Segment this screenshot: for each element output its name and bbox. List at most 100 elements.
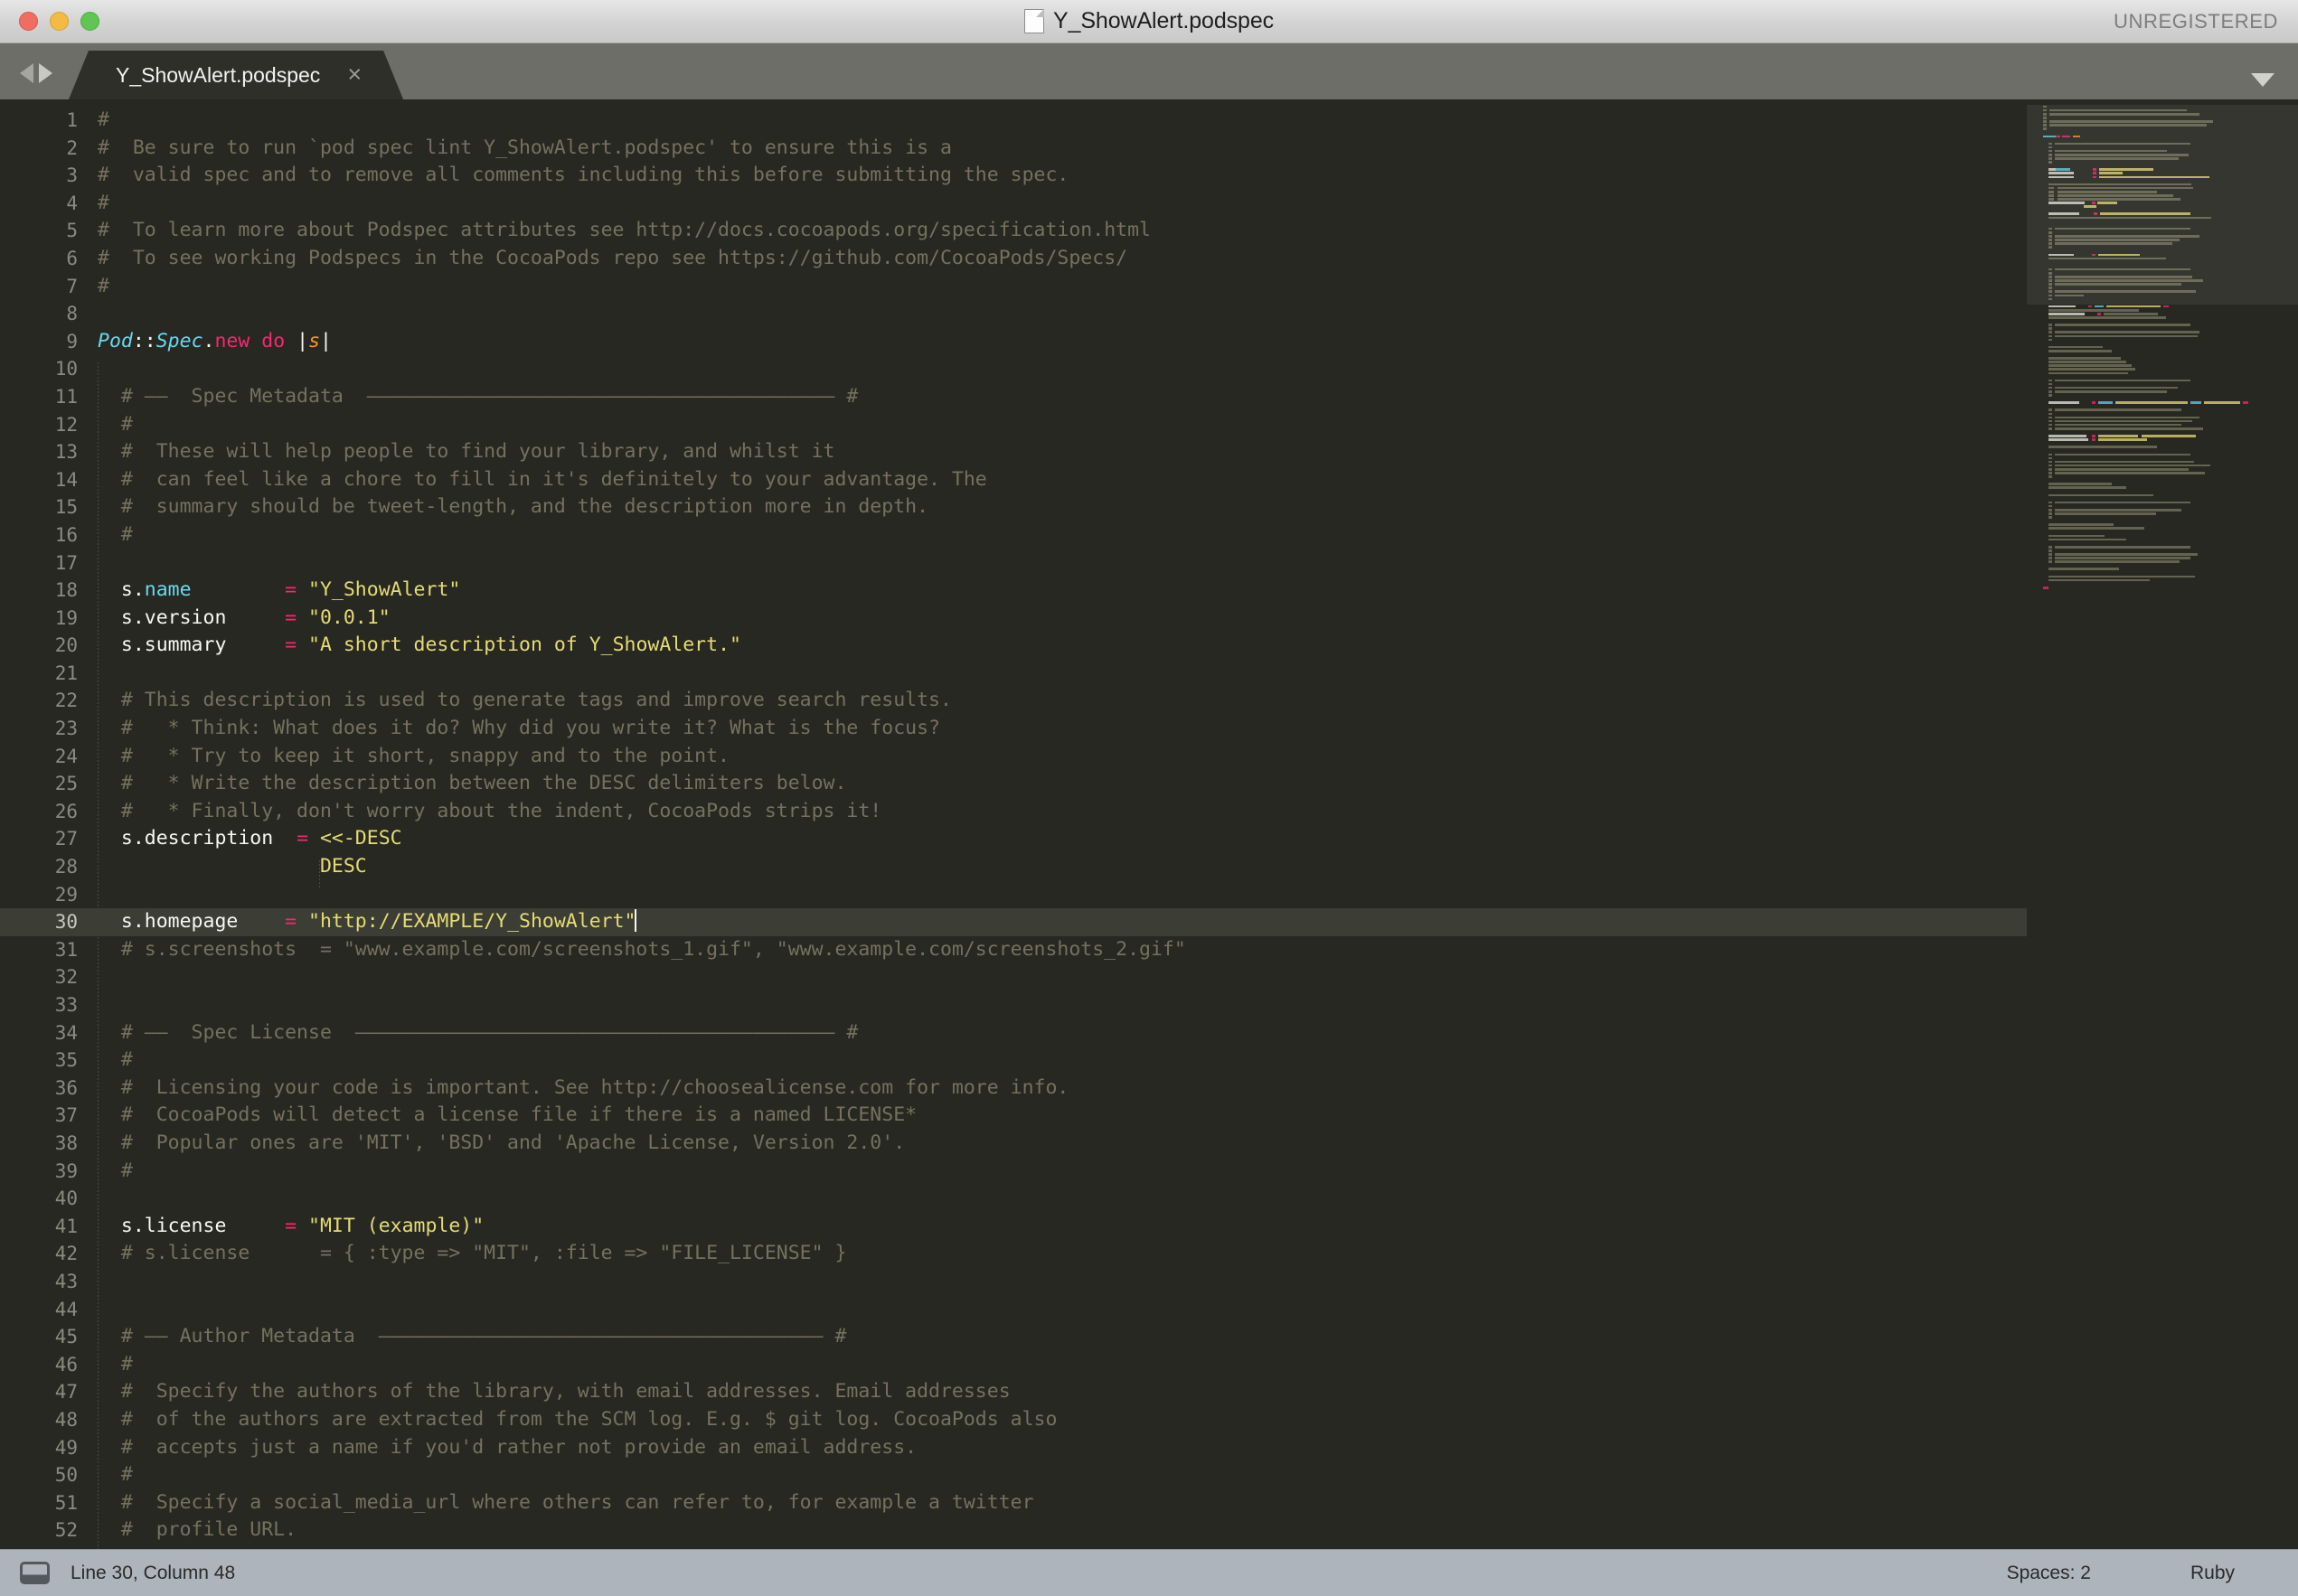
code-token: <<-DESC bbox=[320, 827, 402, 850]
code-line[interactable]: # Be sure to run `pod spec lint Y_ShowAl… bbox=[90, 135, 2298, 163]
code-token: | bbox=[297, 330, 308, 352]
code-line[interactable]: # bbox=[90, 1047, 2298, 1075]
minimap-segment bbox=[2055, 331, 2199, 333]
code-line[interactable]: # profile URL. bbox=[90, 1516, 2298, 1544]
line-number: 22 bbox=[0, 687, 90, 715]
minimap-segment bbox=[2048, 146, 2052, 149]
code-line[interactable]: # bbox=[90, 273, 2298, 301]
code-line[interactable]: # can feel like a chore to fill in it's … bbox=[90, 466, 2298, 494]
code-line[interactable]: # Licensing your code is important. See … bbox=[90, 1075, 2298, 1103]
arrow-right-icon[interactable] bbox=[39, 63, 52, 83]
code-token: "Y_ShowAlert" bbox=[308, 578, 460, 601]
code-line[interactable]: DESC bbox=[90, 853, 2298, 881]
code-line[interactable] bbox=[90, 660, 2298, 688]
code-line[interactable]: # s.screenshots = "www.example.com/scree… bbox=[90, 936, 2298, 964]
code-line[interactable] bbox=[90, 300, 2298, 328]
code-line[interactable]: # * Finally, don't worry about the inden… bbox=[90, 798, 2298, 826]
line-number: 5 bbox=[0, 217, 90, 245]
minimap-segment bbox=[2055, 295, 2084, 297]
minimap-segment bbox=[2098, 438, 2147, 441]
minimap-segment bbox=[2048, 298, 2052, 301]
code-line[interactable] bbox=[90, 549, 2298, 577]
code-token: Spec bbox=[156, 330, 203, 352]
code-line[interactable]: # Popular ones are 'MIT', 'BSD' and 'Apa… bbox=[90, 1130, 2298, 1158]
line-number: 27 bbox=[0, 825, 90, 853]
code-line[interactable]: s.version = "0.0.1" bbox=[90, 605, 2298, 633]
code-line[interactable] bbox=[90, 963, 2298, 991]
code-line[interactable]: # These will help people to find your li… bbox=[90, 438, 2298, 466]
minimap-segment bbox=[2098, 435, 2138, 437]
close-window-button[interactable] bbox=[19, 12, 38, 31]
minimap-segment bbox=[2048, 176, 2074, 179]
code-line[interactable]: # bbox=[90, 1461, 2298, 1489]
code-line[interactable]: # bbox=[90, 411, 2298, 439]
code-line[interactable]: s.homepage = "http://EXAMPLE/Y_ShowAlert… bbox=[90, 908, 2298, 936]
minimap-segment bbox=[2048, 413, 2052, 416]
code-line[interactable]: # —— Spec License ——————————————————————… bbox=[90, 1019, 2298, 1047]
minimap-segment bbox=[2062, 136, 2070, 138]
line-number: 23 bbox=[0, 715, 90, 743]
code-line[interactable]: # bbox=[90, 190, 2298, 218]
tab-y-showalert-podspec[interactable]: Y_ShowAlert.podspec × bbox=[69, 51, 403, 99]
minimap-segment bbox=[2043, 205, 2084, 208]
minimap-segment bbox=[2048, 327, 2052, 330]
code-line[interactable]: # —— Spec Metadata —————————————————————… bbox=[90, 383, 2298, 411]
line-number: 12 bbox=[0, 411, 90, 439]
code-lines[interactable]: ## Be sure to run `pod spec lint Y_ShowA… bbox=[90, 107, 2298, 1549]
code-line[interactable]: # Specify the authors of the library, wi… bbox=[90, 1378, 2298, 1406]
code-line[interactable]: # bbox=[90, 521, 2298, 549]
code-area[interactable]: ## Be sure to run `pod spec lint Y_ShowA… bbox=[90, 99, 2298, 1549]
line-number: 35 bbox=[0, 1047, 90, 1075]
code-line[interactable]: # Specify a social_media_url where other… bbox=[90, 1489, 2298, 1517]
code-line[interactable]: # * Think: What does it do? Why did you … bbox=[90, 715, 2298, 743]
code-token: # Specify a social_media_url where other… bbox=[98, 1491, 1034, 1514]
minimap-segment bbox=[2043, 587, 2048, 589]
code-line[interactable]: # accepts just a name if you'd rather no… bbox=[90, 1434, 2298, 1462]
code-line[interactable]: # bbox=[90, 1158, 2298, 1186]
code-line[interactable]: # To see working Podspecs in the CocoaPo… bbox=[90, 245, 2298, 273]
code-line[interactable]: # * Write the description between the DE… bbox=[90, 770, 2298, 798]
minimap-segment bbox=[2058, 194, 2173, 197]
code-line[interactable] bbox=[90, 1296, 2298, 1324]
language-mode[interactable]: Ruby bbox=[2190, 1563, 2235, 1584]
indentation-setting[interactable]: Spaces: 2 bbox=[2007, 1563, 2091, 1584]
code-line[interactable]: # s.license = { :type => "MIT", :file =>… bbox=[90, 1240, 2298, 1268]
minimize-window-button[interactable] bbox=[50, 12, 69, 31]
code-token bbox=[297, 634, 308, 656]
code-line[interactable]: s.summary = "A short description of Y_Sh… bbox=[90, 632, 2298, 660]
code-token: # This description is used to generate t… bbox=[98, 689, 952, 711]
code-token: . bbox=[203, 330, 215, 352]
code-token: # bbox=[98, 1048, 133, 1071]
code-line[interactable]: # valid spec and to remove all comments … bbox=[90, 162, 2298, 190]
code-line[interactable]: s.name = "Y_ShowAlert" bbox=[90, 577, 2298, 605]
code-line[interactable]: Pod::Spec.new do |s| bbox=[90, 328, 2298, 356]
code-line[interactable]: # summary should be tweet-length, and th… bbox=[90, 493, 2298, 521]
arrow-left-icon[interactable] bbox=[20, 63, 33, 83]
minimap-segment bbox=[2048, 486, 2126, 489]
document-icon bbox=[1024, 9, 1044, 33]
code-line[interactable] bbox=[90, 355, 2298, 383]
code-line[interactable] bbox=[90, 1185, 2298, 1213]
minimap[interactable] bbox=[2027, 99, 2298, 1549]
code-line[interactable]: # bbox=[90, 107, 2298, 135]
code-line[interactable]: # CocoaPods will detect a license file i… bbox=[90, 1102, 2298, 1130]
panel-layout-icon[interactable] bbox=[20, 1562, 50, 1584]
code-line[interactable]: # * Try to keep it short, snappy and to … bbox=[90, 743, 2298, 771]
line-number: 51 bbox=[0, 1489, 90, 1517]
chevron-down-icon[interactable] bbox=[2251, 73, 2274, 87]
code-line[interactable]: # This description is used to generate t… bbox=[90, 687, 2298, 715]
code-token: # of the authors are extracted from the … bbox=[98, 1408, 1057, 1431]
code-line[interactable]: s.license = "MIT (example)" bbox=[90, 1213, 2298, 1241]
code-line[interactable] bbox=[90, 1268, 2298, 1296]
zoom-window-button[interactable] bbox=[80, 12, 99, 31]
minimap-segment bbox=[2204, 401, 2240, 404]
code-line[interactable]: # —— Author Metadata ———————————————————… bbox=[90, 1323, 2298, 1351]
code-line[interactable]: # To learn more about Podspec attributes… bbox=[90, 217, 2298, 245]
code-line[interactable]: # of the authors are extracted from the … bbox=[90, 1406, 2298, 1434]
code-line[interactable] bbox=[90, 881, 2298, 909]
code-line[interactable] bbox=[90, 991, 2298, 1019]
minimap-segment bbox=[2079, 212, 2094, 215]
code-line[interactable]: s.description = <<-DESC bbox=[90, 825, 2298, 853]
code-line[interactable]: # bbox=[90, 1351, 2298, 1379]
close-icon[interactable]: × bbox=[347, 62, 362, 87]
